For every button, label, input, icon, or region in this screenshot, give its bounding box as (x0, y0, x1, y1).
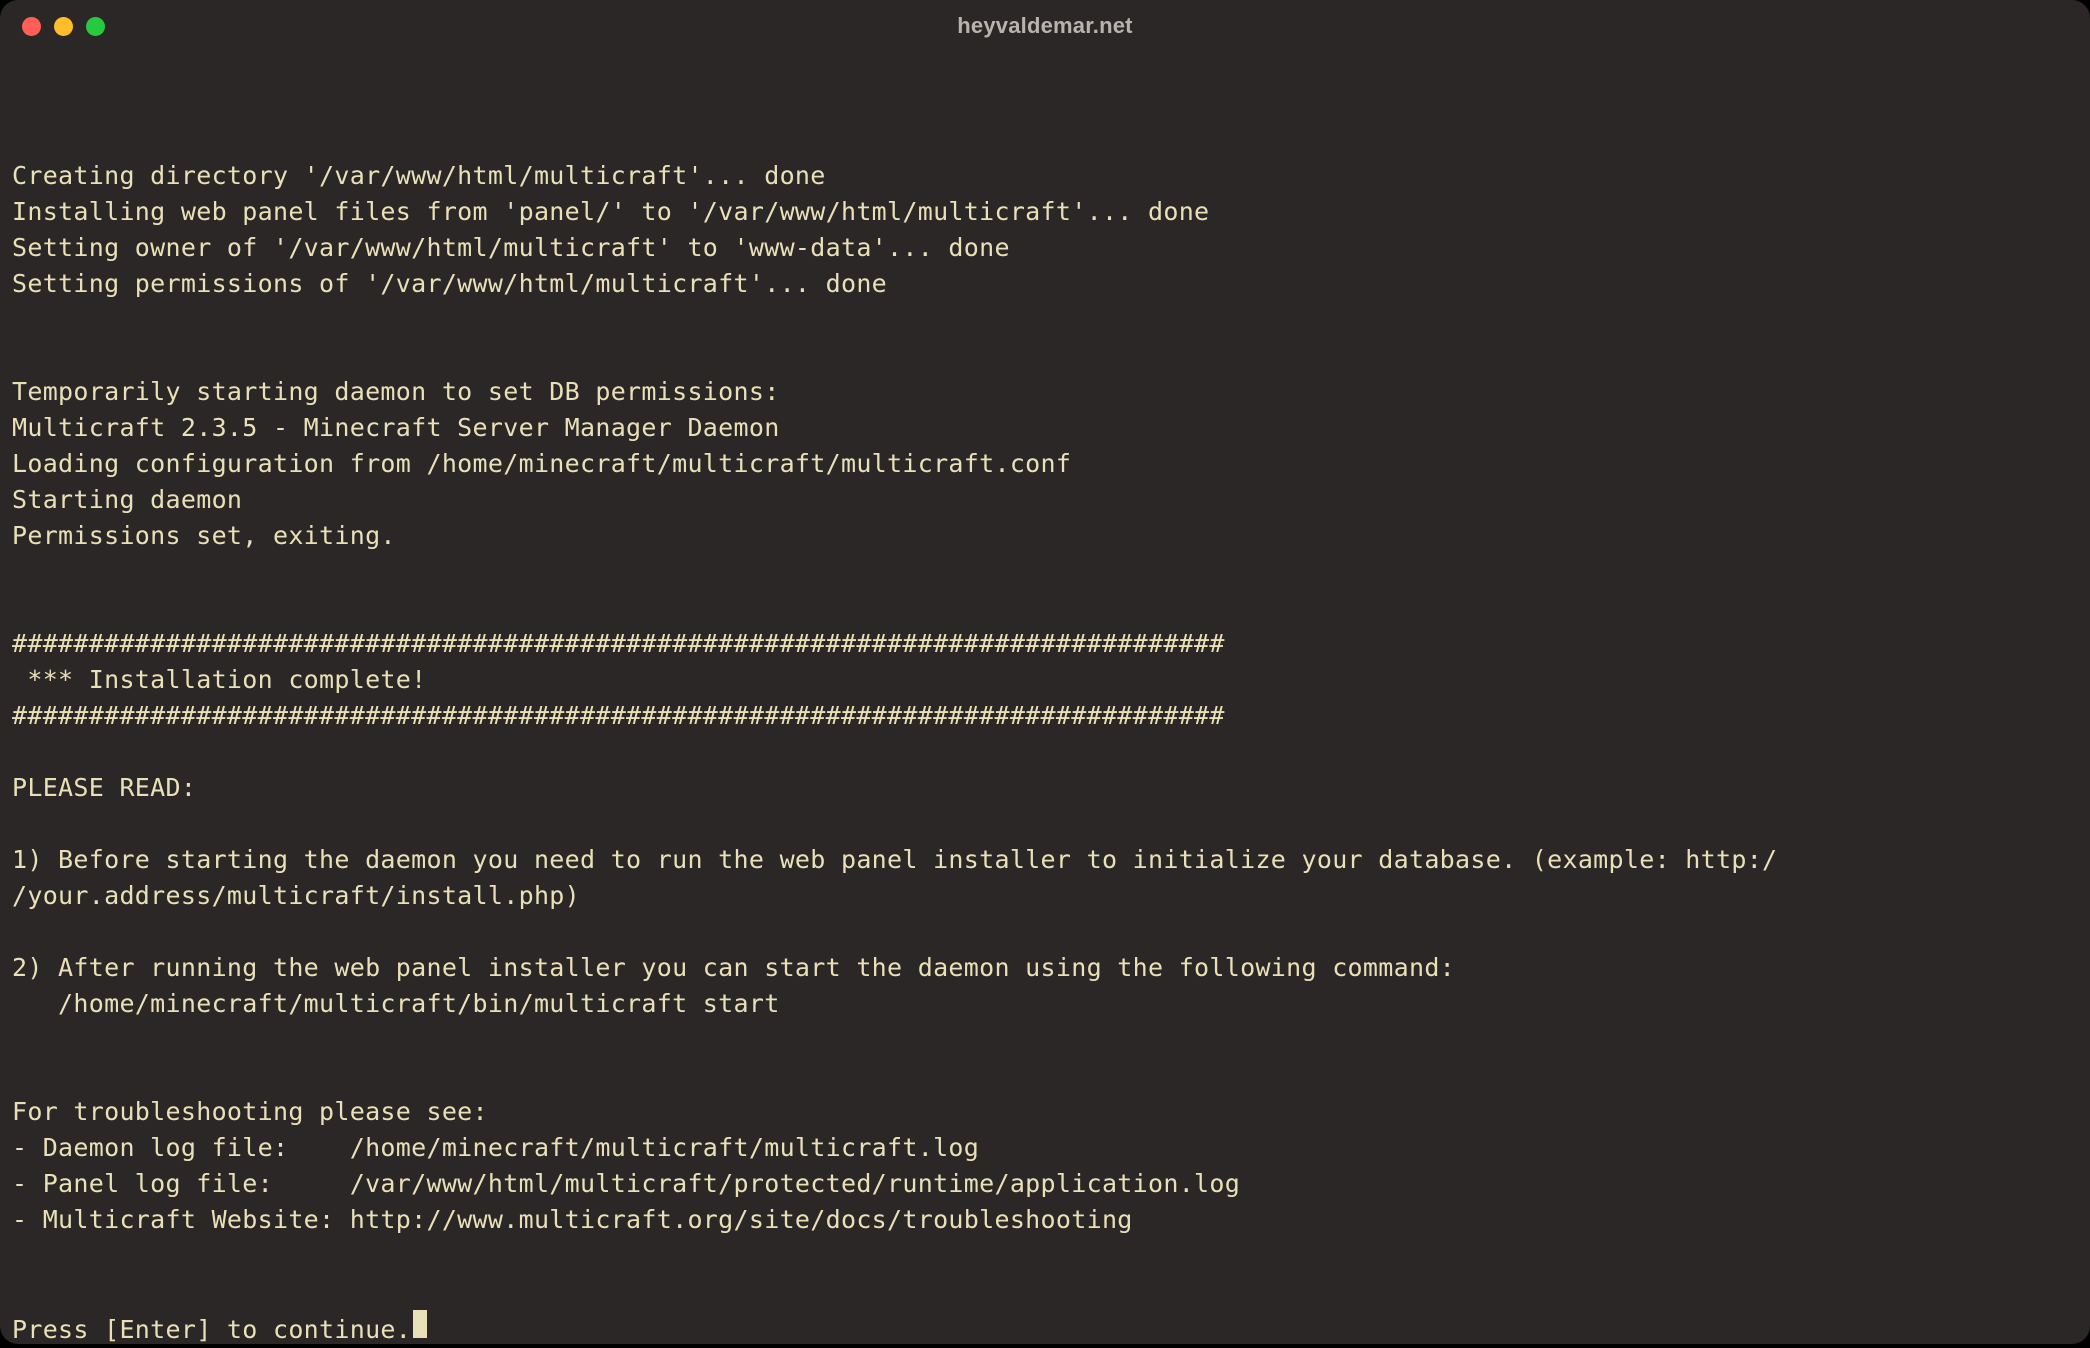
terminal-prompt-line: Press [Enter] to continue. (12, 1310, 427, 1348)
zoom-icon[interactable] (86, 17, 105, 36)
terminal-output: Creating directory '/var/www/html/multic… (12, 161, 1777, 1234)
titlebar: heyvaldemar.net (0, 0, 2090, 52)
terminal-window: heyvaldemar.net Creating directory '/var… (0, 0, 2090, 1344)
terminal-viewport[interactable]: Creating directory '/var/www/html/multic… (0, 52, 2090, 1348)
window-title: heyvaldemar.net (957, 13, 1132, 39)
traffic-lights (22, 17, 105, 36)
terminal-prompt-text: Press [Enter] to continue. (12, 1312, 411, 1348)
minimize-icon[interactable] (54, 17, 73, 36)
close-icon[interactable] (22, 17, 41, 36)
cursor-icon (413, 1310, 427, 1338)
